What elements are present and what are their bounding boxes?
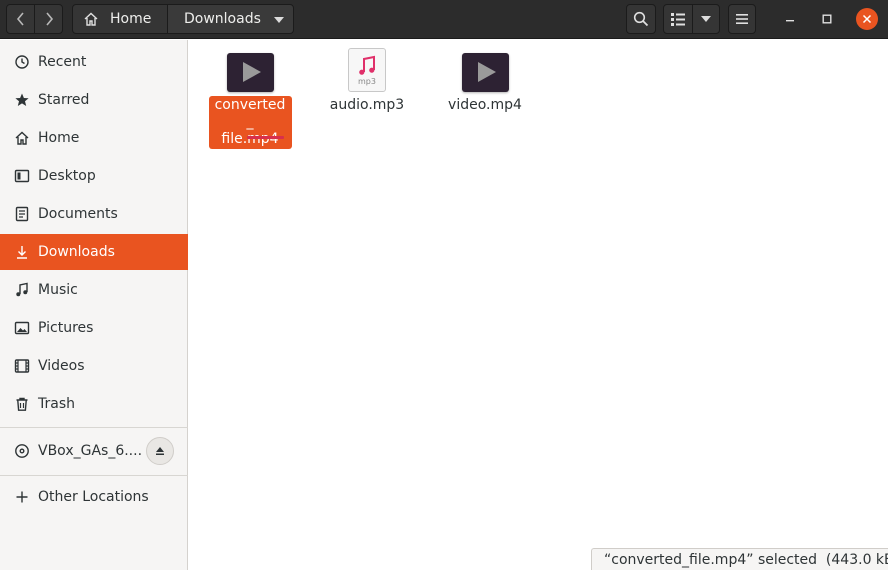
chevron-down-icon (274, 17, 284, 23)
plus-icon (14, 489, 30, 505)
eject-button[interactable] (146, 437, 174, 465)
minimize-button[interactable] (779, 8, 801, 30)
desktop-icon (14, 168, 30, 184)
home-icon (14, 130, 30, 146)
file-item-video[interactable]: video.mp4 (430, 40, 540, 115)
search-icon (633, 11, 649, 27)
close-button[interactable] (856, 8, 878, 30)
file-thumbnail (226, 52, 274, 92)
menu-button[interactable] (728, 4, 756, 34)
sidebar-item-device[interactable]: VBox_GAs_6.... (0, 433, 143, 469)
file-item-audio[interactable]: mp3 audio.mp3 (312, 40, 422, 115)
status-text: “converted_file.mp4” selected (443.0 kB) (604, 551, 888, 568)
video-thumbnail-icon (226, 52, 274, 92)
file-name: video.mp4 (448, 97, 522, 113)
file-name: converted_ file.mp4 (208, 96, 292, 149)
file-view[interactable]: converted_ file.mp4 mp3 audio.mp3 video.… (189, 40, 888, 570)
sidebar: Recent Starred Home Desktop Documents Do… (0, 40, 188, 570)
search-button[interactable] (626, 4, 656, 34)
download-icon (14, 244, 30, 260)
sidebar-item-label: Recent (38, 54, 87, 70)
forward-button[interactable] (34, 4, 63, 34)
file-item-converted[interactable]: converted_ file.mp4 (195, 40, 305, 149)
audio-file-icon: mp3 (348, 48, 386, 92)
path-current-label: Downloads (184, 11, 261, 27)
maximize-icon (822, 14, 832, 24)
sidebar-item-label: Home (38, 130, 80, 146)
path-current-button[interactable]: Downloads (167, 4, 294, 34)
music-icon (14, 282, 30, 298)
view-options-button[interactable] (692, 4, 720, 34)
sidebar-item-home[interactable]: Home (0, 120, 188, 156)
sidebar-item-recent[interactable]: Recent (0, 44, 188, 80)
sidebar-item-label: Desktop (38, 168, 96, 184)
sidebar-item-music[interactable]: Music (0, 272, 188, 308)
list-view-icon (671, 12, 685, 26)
sidebar-item-other-locations[interactable]: Other Locations (0, 479, 188, 515)
file-name: audio.mp3 (329, 97, 405, 113)
sidebar-separator (0, 427, 188, 428)
path-home-button[interactable]: Home (72, 4, 168, 34)
sidebar-separator (0, 475, 188, 476)
video-icon (14, 358, 30, 374)
maximize-button[interactable] (816, 8, 838, 30)
sidebar-item-trash[interactable]: Trash (0, 386, 188, 422)
sidebar-item-label: Other Locations (38, 489, 149, 505)
path-home-label: Home (110, 11, 152, 27)
music-note-icon (359, 55, 375, 75)
sidebar-item-label: Trash (38, 396, 75, 412)
status-bar: “converted_file.mp4” selected (443.0 kB) (591, 548, 888, 570)
star-icon (14, 92, 30, 108)
picture-icon (14, 320, 30, 336)
close-icon (862, 14, 872, 24)
minimize-icon (786, 20, 794, 22)
document-icon (14, 206, 30, 222)
sidebar-item-label: Documents (38, 206, 118, 222)
sidebar-item-desktop[interactable]: Desktop (0, 158, 188, 194)
file-thumbnail (461, 52, 509, 92)
file-thumbnail: mp3 (343, 48, 391, 92)
sidebar-item-label: VBox_GAs_6.... (38, 443, 143, 459)
hamburger-icon (736, 14, 748, 24)
sidebar-item-label: Pictures (38, 320, 94, 336)
sidebar-item-videos[interactable]: Videos (0, 348, 188, 384)
chevron-right-icon (45, 12, 53, 26)
video-thumbnail-icon (461, 52, 509, 92)
eject-icon (156, 447, 164, 455)
back-button[interactable] (6, 4, 35, 34)
header-bar: Home Downloads (0, 0, 888, 39)
sidebar-item-label: Videos (38, 358, 85, 374)
spelling-underline (247, 136, 284, 139)
chevron-down-icon (701, 16, 711, 22)
sidebar-item-starred[interactable]: Starred (0, 82, 188, 118)
list-view-button[interactable] (663, 4, 693, 34)
disc-icon (14, 443, 30, 459)
sidebar-item-label: Music (38, 282, 78, 298)
clock-icon (14, 54, 30, 70)
sidebar-item-pictures[interactable]: Pictures (0, 310, 188, 346)
chevron-left-icon (16, 12, 24, 26)
sidebar-item-label: Downloads (38, 244, 115, 260)
sidebar-item-downloads[interactable]: Downloads (0, 234, 188, 270)
file-extension-label: mp3 (358, 76, 376, 86)
sidebar-item-label: Starred (38, 92, 90, 108)
sidebar-item-documents[interactable]: Documents (0, 196, 188, 232)
trash-icon (14, 396, 30, 412)
home-icon (84, 12, 98, 26)
